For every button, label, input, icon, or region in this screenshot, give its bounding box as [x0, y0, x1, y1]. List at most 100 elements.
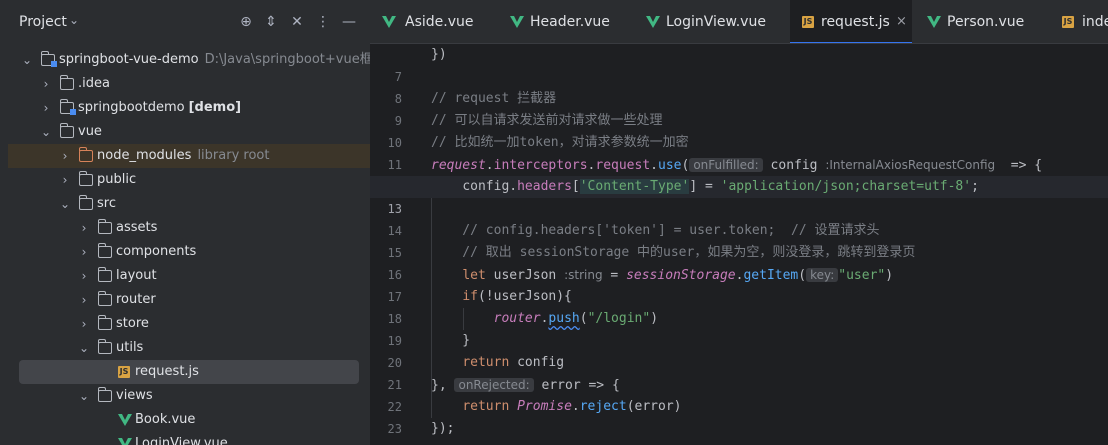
chevron-down-icon[interactable]: ⌄ — [58, 192, 72, 216]
code-keyword: return — [462, 399, 510, 414]
tree-item-book-vue[interactable]: Book.vue — [8, 408, 370, 432]
code-token: config — [762, 158, 826, 173]
parameter-hint: onFulfilled: — [689, 158, 763, 172]
tree-item-node-modules[interactable]: › node_modules library root — [8, 144, 370, 168]
code-comment: // request 拦截器 — [431, 91, 557, 106]
tree-item-request-js[interactable]: JS request.js — [19, 360, 359, 384]
tab-person-vue[interactable]: Person.vue — [927, 0, 1047, 43]
editor: Aside.vue Header.vue LoginView.vue JS re… — [370, 0, 1108, 445]
code-line: 12 request.interceptors.request.use(onFu… — [370, 154, 1108, 194]
chevron-down-icon[interactable]: ⌄ — [69, 13, 79, 27]
parameter-hint: key: — [806, 268, 839, 282]
tree-item-label: Book.vue — [135, 412, 196, 427]
tree-item-public[interactable]: › public — [8, 168, 370, 192]
code-line: 14 — [370, 198, 1108, 238]
tree-item-idea[interactable]: › .idea — [8, 72, 370, 96]
folder-icon — [78, 195, 93, 210]
code-token: ) — [885, 268, 894, 283]
chevron-down-icon[interactable]: ⌄ — [20, 48, 34, 72]
tree-item-store[interactable]: › store — [8, 312, 370, 336]
code-token: router — [493, 311, 541, 326]
code-token: config — [462, 179, 510, 194]
code-token: sessionStorage — [626, 268, 736, 283]
code-line: 16 // 取出 sessionStorage 中的user，如果为空，则没登录… — [370, 242, 1108, 282]
tree-item-assets[interactable]: › assets — [8, 216, 370, 240]
tree-item-label: node_modules — [97, 148, 192, 163]
code-comment: // config.headers['token'] = user.token;… — [431, 223, 880, 238]
code-token: ) — [650, 311, 659, 326]
tree-item-springboot-vue-demo[interactable]: ⌄ springboot-vue-demo D:\Java\springboot+… — [8, 48, 370, 72]
tab-label: LoginView.vue — [666, 14, 766, 30]
tab-label: Aside.vue — [405, 14, 474, 30]
close-icon[interactable]: × — [896, 0, 907, 43]
tab-index[interactable]: JS inde — [1060, 0, 1108, 43]
code-comment: // 取出 sessionStorage 中的user，如果为空，则没登录，跳转… — [431, 245, 916, 260]
options-icon[interactable]: ⋮ — [314, 13, 332, 31]
code-text: } — [431, 333, 471, 348]
collapse-all-icon[interactable]: ✕ — [288, 13, 306, 31]
tab-request-js[interactable]: JS request.js × — [790, 0, 912, 43]
tree-item-components[interactable]: › components — [8, 240, 370, 264]
tree-item-layout[interactable]: › layout — [8, 264, 370, 288]
chevron-right-icon[interactable]: › — [58, 144, 72, 168]
tree-item-loginview-vue[interactable]: LoginView.vue — [8, 432, 370, 445]
tab-label: Header.vue — [530, 14, 610, 30]
code-token: => { — [995, 158, 1043, 173]
chevron-down-icon[interactable]: ⌄ — [39, 120, 53, 144]
tree-item-note: library root — [197, 148, 270, 163]
tab-header-vue[interactable]: Header.vue — [510, 0, 630, 43]
vue-file-icon — [510, 16, 524, 28]
tree-item-router[interactable]: › router — [8, 288, 370, 312]
code-line: 23 return Promise.reject(error) — [370, 396, 1108, 436]
tab-label: request.js — [821, 14, 890, 30]
tree-item-label: LoginView.vue — [135, 436, 228, 445]
chevron-right-icon[interactable]: › — [77, 264, 91, 288]
library-folder-icon — [78, 147, 93, 162]
chevron-right-icon[interactable]: › — [77, 216, 91, 240]
project-panel: Project ⌄ ⊕ ⇕ ✕ ⋮ — ⌄ springboot-vue-dem… — [0, 0, 370, 445]
code-line: 11 // 比如统一加token，对请求参数统一加密 — [370, 132, 1108, 172]
tab-loginview-vue[interactable]: LoginView.vue — [646, 0, 776, 43]
folder-icon — [97, 291, 112, 306]
chevron-right-icon[interactable]: › — [77, 240, 91, 264]
tree-item-label: store — [116, 316, 149, 331]
tree-item-label: layout — [116, 268, 157, 283]
tree-item-vue[interactable]: ⌄ vue — [8, 120, 370, 144]
code-token: config — [509, 355, 565, 370]
tree-item-src[interactable]: ⌄ src — [8, 192, 370, 216]
tree-item-label: views — [116, 388, 153, 403]
chevron-right-icon[interactable]: › — [39, 96, 53, 120]
chevron-down-icon[interactable]: ⌄ — [77, 336, 91, 360]
hide-icon[interactable]: — — [340, 13, 358, 31]
chevron-right-icon[interactable]: › — [77, 312, 91, 336]
code-line: 15 // config.headers['token'] = user.tok… — [370, 220, 1108, 260]
chevron-right-icon[interactable]: › — [77, 288, 91, 312]
code-editor[interactable]: 7 }) 8 9 // request 拦截器 10 // 可以自请求发送前对请… — [370, 44, 1108, 445]
tree-item-views[interactable]: ⌄ views — [8, 384, 370, 408]
vue-file-icon — [118, 438, 132, 445]
project-title[interactable]: Project — [19, 14, 67, 30]
chevron-right-icon[interactable]: › — [58, 168, 72, 192]
folder-icon — [97, 243, 112, 258]
expand-all-icon[interactable]: ⇕ — [262, 13, 280, 31]
type-hint: :InternalAxiosRequestConfig — [825, 158, 996, 172]
locate-icon[interactable]: ⊕ — [237, 13, 255, 31]
tree-item-label: router — [116, 292, 156, 307]
chevron-right-icon[interactable]: › — [39, 72, 53, 96]
code-token: . — [509, 179, 518, 194]
code-keyword: if — [462, 289, 478, 304]
parameter-hint: onRejected: — [454, 378, 534, 392]
code-line: 17 let userJson :string = sessionStorage… — [370, 264, 1108, 304]
tree-item-utils[interactable]: ⌄ utils — [8, 336, 370, 360]
chevron-down-icon[interactable]: ⌄ — [77, 384, 91, 408]
code-token: push — [548, 311, 580, 326]
tab-aside-vue[interactable]: Aside.vue — [380, 0, 495, 43]
js-file-icon: JS — [802, 16, 814, 28]
tree-item-springbootdemo[interactable]: › springbootdemo [demo] — [8, 96, 370, 120]
code-comment: // 可以自请求发送前对请求做一些处理 — [431, 113, 663, 128]
folder-icon — [97, 219, 112, 234]
code-string: 'Content-Type' — [579, 179, 690, 194]
